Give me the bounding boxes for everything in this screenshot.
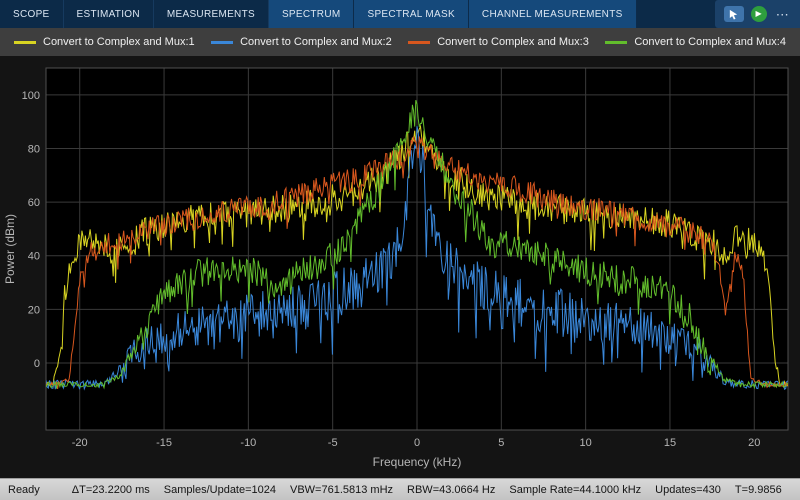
tab-spectrum[interactable]: SPECTRUM [268,0,355,28]
svg-text:0: 0 [414,437,420,449]
svg-text:-20: -20 [72,437,88,449]
legend-label: Convert to Complex and Mux:1 [43,36,195,48]
svg-text:-15: -15 [156,437,172,449]
svg-text:Power (dBm): Power (dBm) [3,214,17,284]
status-time: T=9.9856 [734,483,782,496]
svg-text:5: 5 [498,437,504,449]
svg-text:100: 100 [22,90,40,102]
svg-text:10: 10 [580,437,592,449]
svg-text:-10: -10 [240,437,256,449]
legend-item-mux3[interactable]: Convert to Complex and Mux:3 [408,36,589,48]
spectrum-plot[interactable]: -20 -15 -10 -5 0 5 10 15 20 0 20 40 60 80 100 Frequency… [0,56,800,478]
svg-text:60: 60 [28,197,40,209]
svg-text:20: 20 [748,437,760,449]
run-play-icon[interactable]: ▶ [750,6,767,22]
tab-estimation[interactable]: ESTIMATION [64,0,154,28]
pointer-badge-icon[interactable] [723,6,744,22]
status-rbw: RBW=43.0664 Hz [407,483,496,496]
more-options-icon[interactable]: ⋯ [774,8,791,21]
legend-line-swatch [14,40,36,44]
legend-label: Convert to Complex and Mux:4 [634,36,786,48]
svg-text:0: 0 [34,358,40,370]
legend-item-mux2[interactable]: Convert to Complex and Mux:2 [211,36,392,48]
tab-measurements[interactable]: MEASUREMENTS [154,0,269,28]
legend-label: Convert to Complex and Mux:2 [240,36,392,48]
status-ready: Ready [8,483,40,496]
status-vbw: VBW=761.5813 mHz [290,483,394,496]
legend-line-swatch [605,40,628,44]
svg-text:80: 80 [28,143,40,155]
status-updates: Updates=430 [655,483,721,496]
legend-item-mux1[interactable]: Convert to Complex and Mux:1 [14,36,195,48]
status-delta-t: ΔT=23.2200 ms [71,483,150,496]
svg-text:20: 20 [28,304,40,316]
spectrum-analyzer-window: SCOPE ESTIMATION MEASUREMENTS SPECTRUM S… [0,0,800,500]
tab-channel-measurements[interactable]: CHANNEL MEASUREMENTS [468,0,637,28]
svg-text:-5: -5 [328,437,338,449]
svg-text:15: 15 [664,437,676,449]
tab-bar: SCOPE ESTIMATION MEASUREMENTS SPECTRUM S… [0,0,800,28]
legend-item-mux4[interactable]: Convert to Complex and Mux:4 [605,36,786,48]
svg-text:40: 40 [28,251,40,263]
legend-line-swatch [211,40,234,44]
status-sample-rate: Sample Rate=44.1000 kHz [509,483,642,496]
legend-bar: Convert to Complex and Mux:1 Convert to … [0,28,800,56]
status-samples-per-update: Samples/Update=1024 [163,483,276,496]
toolbar-icon-group: ▶ ⋯ [714,0,800,28]
tab-spectral-mask[interactable]: SPECTRAL MASK [354,0,469,28]
figure-area: -20 -15 -10 -5 0 5 10 15 20 0 20 40 60 80 100 Frequency… [0,56,800,478]
legend-label: Convert to Complex and Mux:3 [437,36,589,48]
status-stats: ΔT=23.2200 ms Samples/Update=1024 VBW=76… [72,484,782,496]
pointer-icon [730,9,738,20]
tab-scope[interactable]: SCOPE [0,0,64,28]
legend-line-swatch [408,40,431,44]
svg-text:Frequency (kHz): Frequency (kHz) [373,455,462,469]
status-bar: Ready ΔT=23.2200 ms Samples/Update=1024 … [0,478,800,500]
